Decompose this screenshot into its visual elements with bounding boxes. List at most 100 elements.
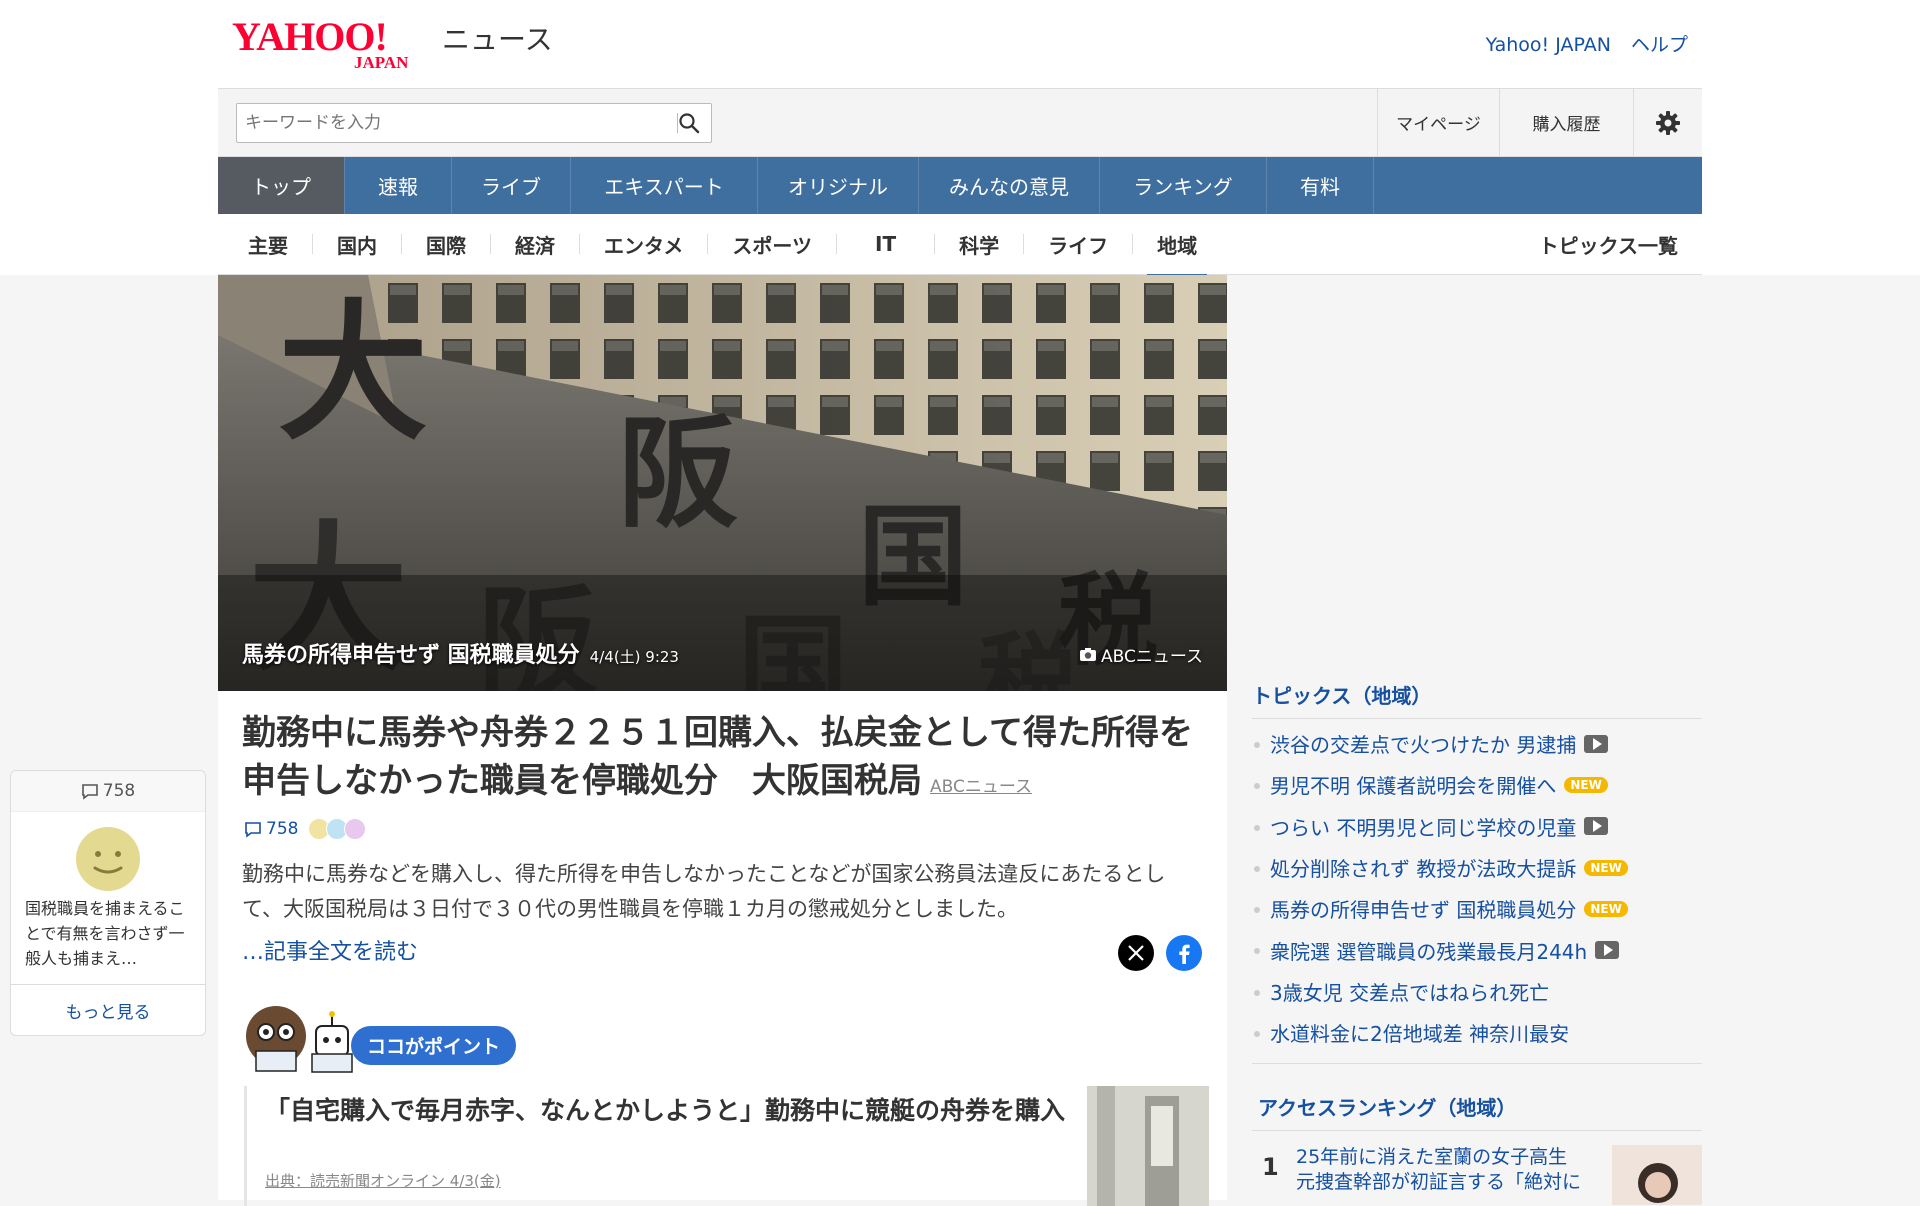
related-title: 「自宅購入で毎月赤字、なんとかしようと」勤務中に競艇の舟券を購入 bbox=[265, 1096, 1066, 1125]
service-name[interactable]: ニュース bbox=[442, 18, 553, 58]
gnav-breaking[interactable]: 速報 bbox=[345, 157, 452, 214]
sign-char: 阪 bbox=[618, 403, 738, 544]
article-source[interactable]: ABCニュース bbox=[930, 777, 1032, 797]
new-badge: NEW bbox=[1584, 859, 1628, 876]
cat-entertainment[interactable]: エンタメ bbox=[580, 230, 707, 259]
read-more-link[interactable]: …記事全文を読む bbox=[242, 934, 418, 966]
gnav-ranking[interactable]: ランキング bbox=[1100, 157, 1267, 214]
topic-label: 渋谷の交差点で火つけたか 男逮捕 bbox=[1270, 733, 1577, 758]
float-more-link[interactable]: もっと見る bbox=[11, 984, 205, 1035]
float-count-text: 758 bbox=[102, 781, 136, 801]
video-icon bbox=[1584, 817, 1609, 836]
share-facebook-button[interactable] bbox=[1166, 935, 1202, 971]
topic-item[interactable]: 処分削除されず 教授が法政大提訴 NEW bbox=[1252, 847, 1702, 888]
topic-label: つらい 不明男児と同じ学校の児童 bbox=[1270, 815, 1577, 840]
cat-domestic[interactable]: 国内 bbox=[313, 230, 401, 259]
topic-item[interactable]: 男児不明 保護者説明会を開催へ NEW bbox=[1252, 764, 1702, 805]
page-header: YAHOO! JAPAN ニュース Yahoo! JAPAN ヘルプ マイページ… bbox=[218, 0, 1702, 278]
hero-credit: ABCニュース bbox=[1079, 642, 1203, 667]
sad-face-icon bbox=[344, 818, 367, 840]
cat-world[interactable]: 国際 bbox=[402, 230, 490, 259]
search-button[interactable] bbox=[673, 108, 705, 138]
ranking-item[interactable]: 1 25年前に消えた室蘭の女子高生 元捜査幹部が初証言する「絶対に bbox=[1252, 1145, 1702, 1206]
point-mascots bbox=[246, 1006, 353, 1073]
facebook-icon bbox=[1179, 944, 1190, 964]
share-x-button[interactable] bbox=[1118, 935, 1154, 971]
topic-item[interactable]: 渋谷の交差点で火つけたか 男逮捕 bbox=[1252, 723, 1702, 764]
help-link[interactable]: ヘルプ bbox=[1631, 34, 1688, 56]
header-links: Yahoo! JAPAN ヘルプ bbox=[1472, 30, 1688, 57]
hero-title: 馬券の所得申告せず 国税職員処分 bbox=[242, 643, 580, 668]
hero-image[interactable]: 大 阪 国 税 大 阪 国 税 馬券の所得申告せず 国税職員処分 4/4(土) 9… bbox=[218, 275, 1227, 691]
float-comment-text[interactable]: 国税職員を捕まえることで有無を言わさず一般人も捕まえ… bbox=[25, 896, 193, 971]
article-summary: 勤務中に馬券などを購入し、得た所得を申告しなかったことなどが国家公務員法違反にあ… bbox=[242, 862, 1166, 921]
rank-thumbnail bbox=[1612, 1145, 1702, 1206]
cat-science[interactable]: 科学 bbox=[935, 230, 1023, 259]
ad-space bbox=[1252, 275, 1702, 680]
topic-item[interactable]: 水道料金に2倍地域差 神奈川最安 bbox=[1252, 1012, 1702, 1053]
article-card: 勤務中に馬券や舟券２２５１回購入、払戻金として得た所得を申告しなかった職員を停職… bbox=[218, 691, 1227, 1206]
gnav-original[interactable]: オリジナル bbox=[758, 157, 919, 214]
cat-it[interactable]: IT bbox=[837, 232, 934, 256]
topics-list: 渋谷の交差点で火つけたか 男逮捕 男児不明 保護者説明会を開催へ NEW つらい … bbox=[1252, 719, 1702, 1065]
topic-item[interactable]: 馬券の所得申告せず 国税職員処分 NEW bbox=[1252, 888, 1702, 929]
gnav-expert[interactable]: エキスパート bbox=[571, 157, 758, 214]
search-input[interactable] bbox=[243, 105, 657, 141]
topics-all-link[interactable]: トピックス一覧 bbox=[1539, 230, 1678, 259]
cat-main[interactable]: 主要 bbox=[218, 230, 312, 259]
video-icon bbox=[1584, 734, 1609, 753]
gnav-top[interactable]: トップ bbox=[218, 157, 345, 214]
gnav-paid[interactable]: 有料 bbox=[1267, 157, 1374, 214]
site-header: YAHOO! JAPAN ニュース Yahoo! JAPAN ヘルプ bbox=[218, 0, 1702, 89]
cat-life[interactable]: ライフ bbox=[1024, 230, 1132, 259]
topics-title[interactable]: トピックス（地域） bbox=[1252, 680, 1702, 719]
search-bar: マイページ 購入履歴 bbox=[218, 89, 1702, 157]
hero-time: 4/4(土) 9:23 bbox=[589, 648, 679, 666]
cat-economy[interactable]: 経済 bbox=[491, 230, 579, 259]
purchase-history-link[interactable]: 購入履歴 bbox=[1499, 89, 1633, 156]
utility-nav: マイページ 購入履歴 bbox=[1377, 89, 1702, 156]
global-nav: トップ 速報 ライブ エキスパート オリジナル みんなの意見 ランキング 有料 bbox=[218, 157, 1702, 214]
topic-label: 水道料金に2倍地域差 神奈川最安 bbox=[1270, 1022, 1570, 1047]
article-headline[interactable]: 勤務中に馬券や舟券２２５１回購入、払戻金として得た所得を申告しなかった職員を停職… bbox=[242, 709, 1202, 811]
search-icon bbox=[679, 113, 700, 134]
floating-comment-card: 758 国税職員を捕まえることで有無を言わさず一般人も捕まえ… もっと見る bbox=[10, 770, 206, 1036]
gnav-opinions[interactable]: みんなの意見 bbox=[919, 157, 1100, 214]
float-comment-count[interactable]: 758 bbox=[11, 771, 205, 812]
yahoo-japan-link[interactable]: Yahoo! JAPAN bbox=[1486, 34, 1611, 56]
sign-char: 大 bbox=[278, 285, 428, 461]
gear-icon bbox=[1656, 110, 1680, 135]
topic-item[interactable]: 3歳女児 交差点ではねられ死亡 bbox=[1252, 971, 1702, 1012]
hero-caption[interactable]: 馬券の所得申告せず 国税職員処分 4/4(土) 9:23 bbox=[242, 637, 679, 669]
x-icon bbox=[1128, 945, 1144, 961]
cat-local[interactable]: 地域 bbox=[1133, 230, 1221, 278]
rank-title: 25年前に消えた室蘭の女子高生 元捜査幹部が初証言する「絶対に bbox=[1296, 1146, 1587, 1194]
category-nav: 主要 国内 国際 経済 エンタメ スポーツ IT 科学 ライフ 地域 トピックス… bbox=[218, 214, 1702, 278]
gnav-live[interactable]: ライブ bbox=[452, 157, 571, 214]
related-source: 出典：読売新聞オンライン 4/3(金) bbox=[265, 1172, 501, 1190]
comment-count: 758 bbox=[266, 819, 299, 839]
yahoo-japan-logo[interactable]: YAHOO! JAPAN bbox=[232, 16, 442, 70]
topic-item[interactable]: 衆院選 選管職員の残業最長月244h bbox=[1252, 929, 1702, 970]
search-box bbox=[236, 103, 712, 143]
topic-item[interactable]: つらい 不明男児と同じ学校の児童 bbox=[1252, 806, 1702, 847]
related-thumbnail bbox=[1087, 1086, 1209, 1206]
comment-icon bbox=[81, 783, 98, 800]
cat-sports[interactable]: スポーツ bbox=[708, 230, 836, 259]
new-badge: NEW bbox=[1564, 776, 1608, 793]
related-article[interactable]: 「自宅購入で毎月赤字、なんとかしようと」勤務中に競艇の舟券を購入 出典：読売新聞… bbox=[244, 1086, 1227, 1206]
settings-button[interactable] bbox=[1633, 89, 1702, 156]
reaction-faces bbox=[308, 818, 367, 840]
ranking-title[interactable]: アクセスランキング（地域） bbox=[1252, 1092, 1702, 1132]
new-badge: NEW bbox=[1584, 900, 1628, 917]
topic-label: 衆院選 選管職員の残業最長月244h bbox=[1270, 939, 1588, 964]
hero-photo: 大 阪 国 税 大 阪 国 税 bbox=[218, 275, 1227, 691]
point-badge: ココがポイント bbox=[351, 1026, 517, 1065]
comment-count-row[interactable]: 758 bbox=[244, 818, 367, 840]
mypage-link[interactable]: マイページ bbox=[1377, 89, 1499, 156]
camera-icon bbox=[1079, 648, 1096, 661]
smile-face-icon bbox=[76, 827, 140, 891]
headline-text: 勤務中に馬券や舟券２２５１回購入、払戻金として得た所得を申告しなかった職員を停職… bbox=[242, 713, 1193, 801]
hero-credit-text: ABCニュース bbox=[1100, 647, 1203, 667]
rank-number: 1 bbox=[1262, 1153, 1279, 1182]
